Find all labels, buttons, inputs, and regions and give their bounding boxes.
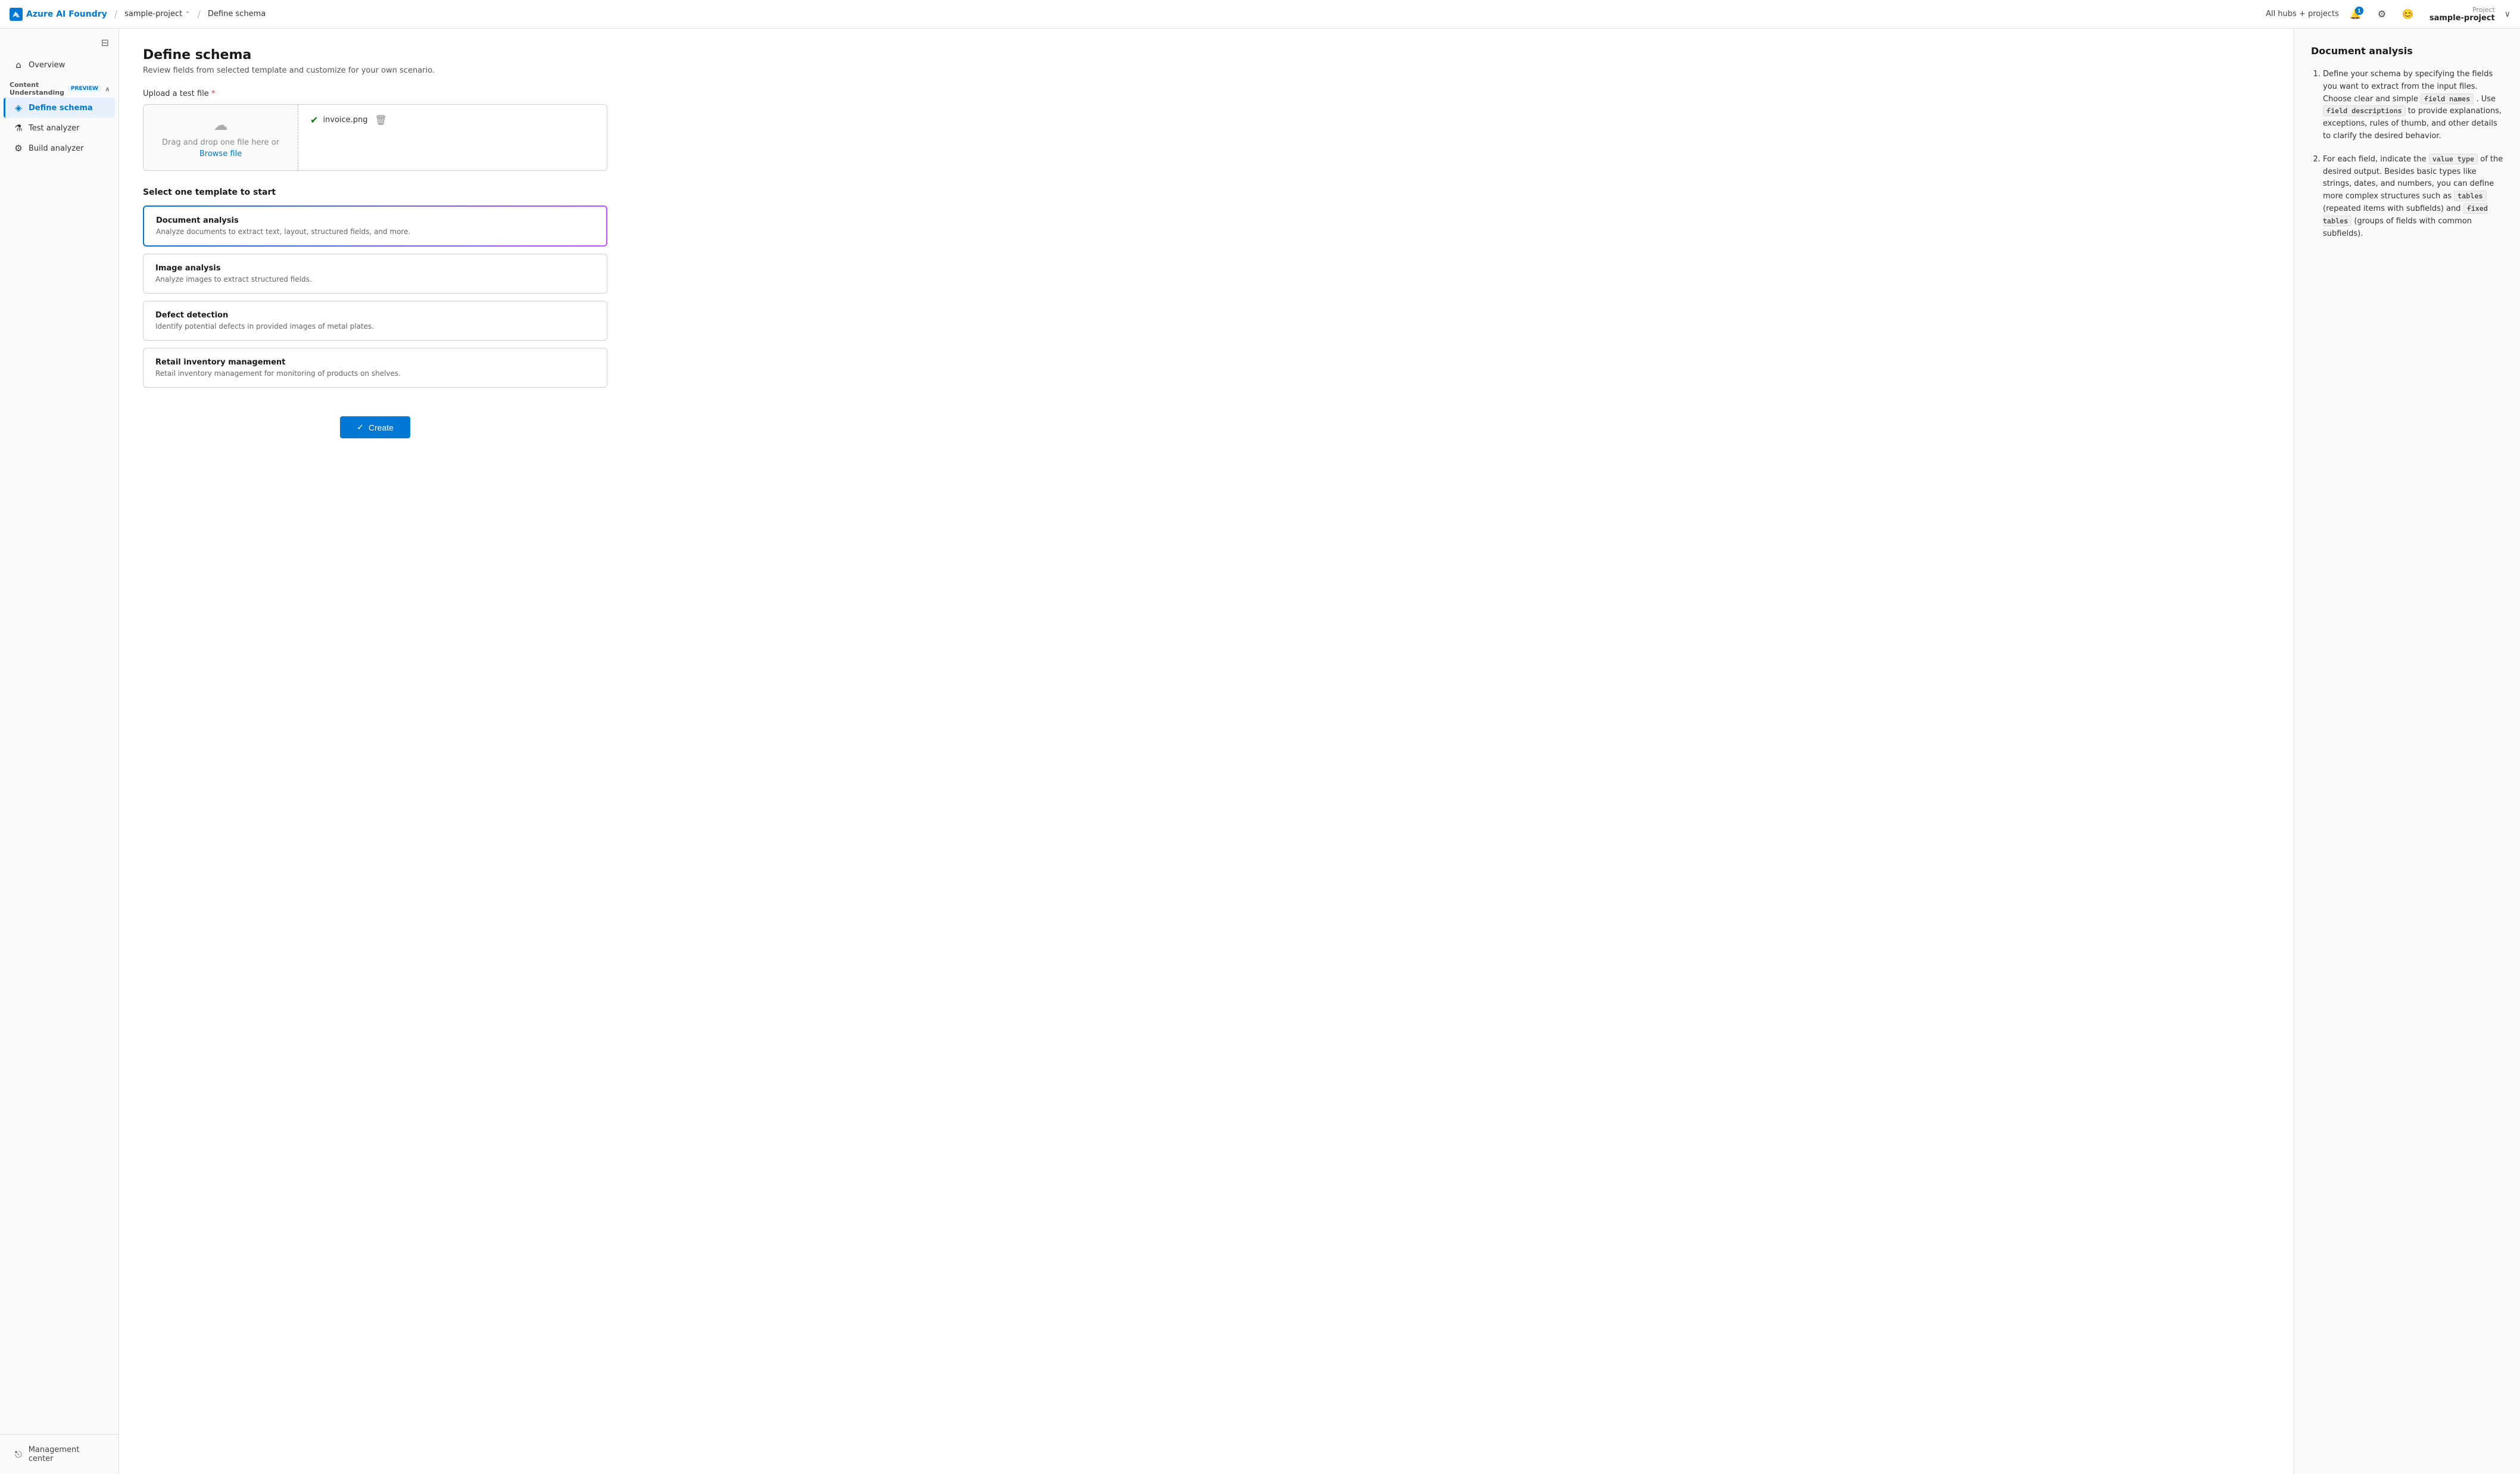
upload-area: ☁ Drag and drop one file here or Browse … <box>143 104 607 171</box>
project-arrow-icon: ⌃ <box>185 10 190 18</box>
template-title-defect: Defect detection <box>155 311 595 320</box>
info-panel: Document analysis Define your schema by … <box>2294 29 2520 1474</box>
upload-dropzone[interactable]: ☁ Drag and drop one file here or Browse … <box>144 105 298 170</box>
management-icon: ⎋ <box>13 1449 24 1460</box>
page-title: Define schema <box>143 48 2270 63</box>
create-button[interactable]: ✓ Create <box>340 416 410 438</box>
info-panel-title: Document analysis <box>2311 45 2503 57</box>
define-schema-icon: ◈ <box>13 102 24 113</box>
upload-section-label: Upload a test file * <box>143 89 2270 98</box>
topnav: Azure AI Foundry / sample-project ⌃ / De… <box>0 0 2520 29</box>
project-dropdown-icon[interactable]: ∨ <box>2505 10 2510 19</box>
project-display-name: sample-project <box>2429 14 2495 23</box>
template-section-label: Select one template to start <box>143 188 2270 197</box>
template-card-retail-inventory[interactable]: Retail inventory management Retail inven… <box>143 348 607 388</box>
sidebar-section-content: Content Understanding PREVIEW ∧ <box>0 75 118 98</box>
info-panel-steps: Define your schema by specifying the fie… <box>2311 68 2503 240</box>
project-name: sample-project <box>124 10 182 18</box>
info-step-2: For each field, indicate the value type … <box>2323 154 2503 241</box>
settings-button[interactable]: ⚙ <box>2372 5 2391 24</box>
sidebar-collapse-area: ⊟ <box>0 33 118 55</box>
sidebar: ⊟ ⌂ Overview Content Understanding PREVI… <box>0 29 119 1474</box>
page-subtitle: Review fields from selected template and… <box>143 66 2270 75</box>
azure-logo-icon <box>10 8 23 21</box>
info-step-1-code1: field names <box>2421 94 2474 104</box>
nav-separator-1: / <box>114 8 117 20</box>
sidebar-item-build-analyzer-label: Build analyzer <box>29 144 83 153</box>
required-star: * <box>211 89 216 98</box>
sidebar-section-label: Content Understanding <box>10 81 64 96</box>
current-page-label: Define schema <box>208 10 266 18</box>
info-step-2-code1: value type <box>2429 154 2478 164</box>
section-collapse-icon[interactable]: ∧ <box>105 85 110 93</box>
sidebar-item-define-schema[interactable]: ◈ Define schema <box>4 98 115 118</box>
sidebar-item-test-analyzer-label: Test analyzer <box>29 124 79 133</box>
create-button-label: Create <box>369 423 394 432</box>
sidebar-item-overview-label: Overview <box>29 61 65 70</box>
uploaded-file-name: invoice.png <box>323 116 367 124</box>
uploaded-file-item: ✔ invoice.png 🗑 <box>310 114 595 126</box>
upload-files-area: ✔ invoice.png 🗑 <box>298 105 607 135</box>
create-button-wrap: ✓ Create <box>143 416 607 438</box>
info-step-2-text-before: For each field, indicate the <box>2323 155 2429 164</box>
sidebar-bottom: ⎋ Management center <box>0 1434 118 1474</box>
sidebar-item-build-analyzer[interactable]: ⚙ Build analyzer <box>4 138 115 158</box>
azure-logo-text: Azure AI Foundry <box>26 10 107 19</box>
project-label: Project <box>2472 6 2495 14</box>
info-step-1-text-mid: . Use <box>2476 95 2496 104</box>
template-title-retail: Retail inventory management <box>155 358 595 367</box>
sidebar-item-management-label: Management center <box>29 1445 105 1463</box>
app-body: ⊟ ⌂ Overview Content Understanding PREVI… <box>0 29 2520 1474</box>
azure-logo[interactable]: Azure AI Foundry <box>10 8 107 21</box>
template-card-document-analysis[interactable]: Document analysis Analyze documents to e… <box>143 205 607 247</box>
template-desc-document: Analyze documents to extract text, layou… <box>156 228 594 236</box>
main-content: Define schema Review fields from selecte… <box>119 29 2294 1474</box>
template-title-document: Document analysis <box>156 216 594 225</box>
topnav-right: All hubs + projects 🔔 1 ⚙ 😊 Project samp… <box>2266 5 2510 24</box>
browse-file-link[interactable]: Browse file <box>199 149 242 158</box>
info-step-2-code2: tables <box>2454 191 2486 201</box>
info-step-1: Define your schema by specifying the fie… <box>2323 68 2503 143</box>
overview-icon: ⌂ <box>13 60 24 70</box>
preview-badge: PREVIEW <box>68 85 101 92</box>
sidebar-collapse-button[interactable]: ⊟ <box>99 36 111 50</box>
template-desc-defect: Identify potential defects in provided i… <box>155 322 595 331</box>
upload-cloud-icon: ☁ <box>214 117 228 133</box>
info-step-1-code2: field descriptions <box>2323 105 2406 116</box>
template-desc-image: Analyze images to extract structured fie… <box>155 275 595 283</box>
sidebar-item-management[interactable]: ⎋ Management center <box>4 1441 115 1468</box>
template-title-image: Image analysis <box>155 264 595 273</box>
file-check-icon: ✔ <box>310 114 318 126</box>
template-card-image-analysis[interactable]: Image analysis Analyze images to extract… <box>143 254 607 294</box>
project-info: Project sample-project <box>2429 6 2495 23</box>
sidebar-item-overview[interactable]: ⌂ Overview <box>4 55 115 75</box>
template-desc-retail: Retail inventory management for monitori… <box>155 369 595 378</box>
hubs-link[interactable]: All hubs + projects <box>2266 10 2339 18</box>
notification-badge: 1 <box>2355 7 2363 15</box>
upload-drag-text: Drag and drop one file here or <box>162 138 279 147</box>
create-button-checkmark: ✓ <box>357 422 364 432</box>
notification-button[interactable]: 🔔 1 <box>2346 5 2365 24</box>
file-delete-icon[interactable]: 🗑 <box>375 114 387 126</box>
sidebar-item-test-analyzer[interactable]: ⚗ Test analyzer <box>4 118 115 138</box>
nav-separator-2: / <box>197 8 200 20</box>
template-card-defect-detection[interactable]: Defect detection Identify potential defe… <box>143 301 607 341</box>
test-analyzer-icon: ⚗ <box>13 123 24 133</box>
build-analyzer-icon: ⚙ <box>13 143 24 154</box>
sidebar-item-define-schema-label: Define schema <box>29 104 93 113</box>
project-nav[interactable]: sample-project ⌃ <box>124 10 190 18</box>
template-list: Document analysis Analyze documents to e… <box>143 205 607 388</box>
profile-button[interactable]: 😊 <box>2399 5 2418 24</box>
info-step-2-text-mid2: (repeated items with subfields) and <box>2323 204 2463 213</box>
